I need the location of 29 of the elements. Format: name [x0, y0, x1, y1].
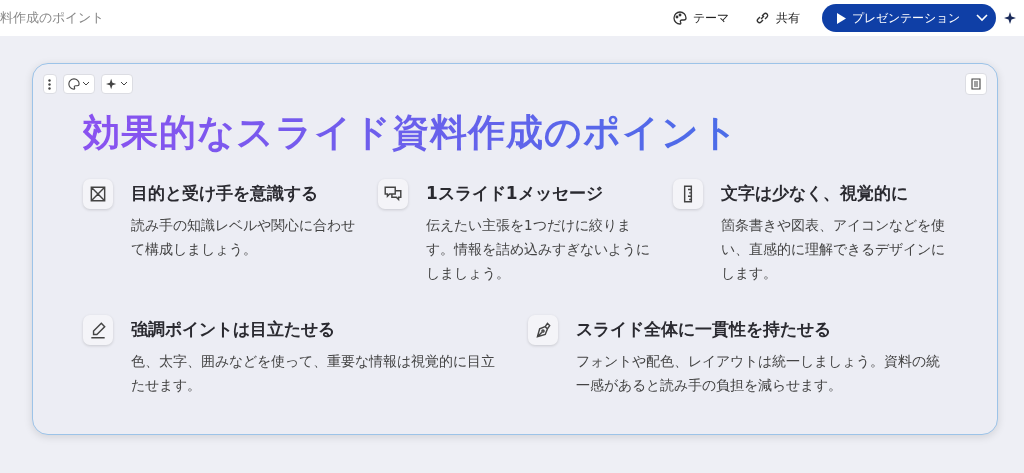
notes-button[interactable] — [965, 73, 987, 95]
notes-icon — [970, 78, 982, 90]
link-icon — [755, 11, 770, 25]
chevron-down-icon — [82, 81, 90, 87]
point-description: 色、太字、囲みなどを使って、重要な情報は視覚的に目立たせます。 — [131, 352, 496, 395]
share-button[interactable]: 共有 — [751, 5, 804, 31]
document-title: 料作成のポイント — [0, 9, 105, 27]
palette-icon — [68, 78, 80, 90]
palette-icon — [673, 11, 687, 25]
theme-button[interactable]: テーマ — [669, 5, 733, 31]
theme-dropdown-button[interactable] — [63, 74, 95, 94]
sparkle-icon[interactable] — [1004, 11, 1018, 25]
kebab-icon — [48, 78, 51, 90]
chevron-down-icon — [976, 14, 988, 22]
play-icon — [836, 12, 846, 24]
point-heading: 目的と受け手を意識する — [131, 182, 319, 205]
point-description: 箇条書きや図表、アイコンなどを使い、直感的に理解できるデザインにします。 — [721, 216, 946, 283]
point-heading: 1スライド1メッセージ — [426, 182, 604, 205]
ai-dropdown-button[interactable] — [101, 74, 133, 94]
present-button[interactable]: プレゼンテーション — [822, 9, 968, 27]
point-description: フォントや配色、レイアウトは統一しましょう。資料の統一感があると読み手の負担を減らせます。 — [576, 352, 941, 395]
more-options-button[interactable] — [43, 74, 57, 94]
point-heading: 強調ポイントは目立たせる — [131, 318, 336, 341]
point-description: 読み手の知識レベルや関心に合わせて構成しましょう。 — [131, 216, 356, 259]
point-description: 伝えたい主張を1つだけに絞ります。情報を詰め込みすぎないようにしましょう。 — [426, 216, 651, 283]
point-heading: 文字は少なく、視覚的に — [721, 182, 909, 205]
chevron-down-icon — [120, 81, 128, 87]
sparkle-icon — [106, 78, 118, 90]
point-heading: スライド全体に一貫性を持たせる — [576, 318, 832, 341]
